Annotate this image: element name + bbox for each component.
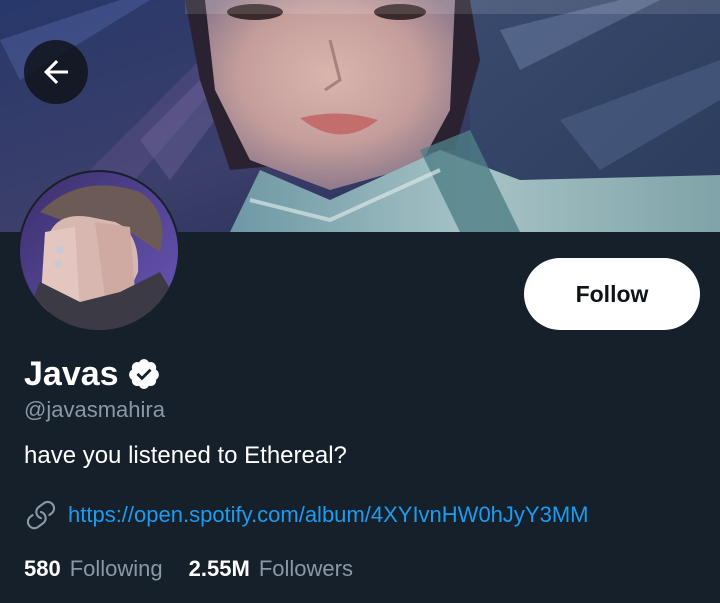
followers-label: Followers xyxy=(258,556,353,581)
following-count: 580 xyxy=(24,556,61,581)
avatar-border xyxy=(18,170,180,332)
name-row: Javas xyxy=(24,352,161,396)
link-icon xyxy=(26,500,56,530)
avatar[interactable] xyxy=(20,172,178,330)
back-button[interactable] xyxy=(24,40,88,104)
arrow-left-icon xyxy=(44,60,68,84)
display-name: Javas xyxy=(24,354,119,393)
followers-stat[interactable]: 2.55M Followers xyxy=(189,556,353,582)
profile-link[interactable]: https://open.spotify.com/album/4XYIvnHW0… xyxy=(68,502,588,528)
followers-count: 2.55M xyxy=(188,556,250,581)
username-handle: @javasmahira xyxy=(24,397,165,422)
profile-bio: have you listened to Ethereal? xyxy=(24,442,347,469)
follow-stats: 580 Following 2.55M Followers xyxy=(24,556,353,582)
following-label: Following xyxy=(69,556,163,581)
profile-screen: Follow Javas @javasmahira have you liste… xyxy=(0,0,720,603)
following-stat[interactable]: 580 Following xyxy=(24,556,163,582)
avatar-image xyxy=(20,172,178,330)
profile-link-row: https://open.spotify.com/album/4XYIvnHW0… xyxy=(24,498,588,532)
verified-badge-icon xyxy=(128,359,159,389)
follow-button[interactable]: Follow xyxy=(524,258,700,330)
